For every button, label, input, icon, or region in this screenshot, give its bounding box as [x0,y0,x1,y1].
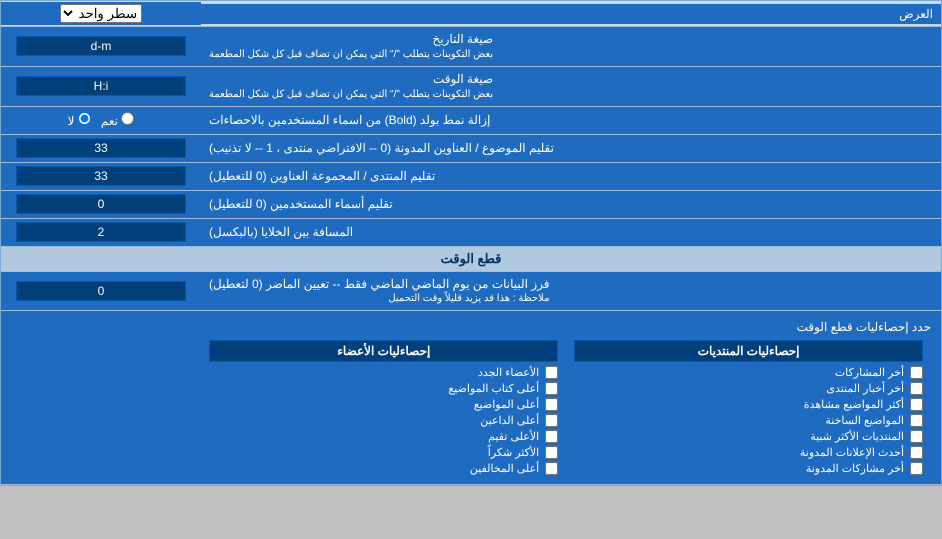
member-stat-label-3: أعلى المواضيع [474,398,540,411]
bold-remove-radio-area[interactable]: نعم لا [1,107,201,134]
list-item[interactable]: أعلى المخالفين [209,462,558,475]
cutoff-input[interactable] [16,281,185,301]
stat-checkbox-6[interactable] [910,446,923,459]
cell-spacing-input-area[interactable] [1,219,201,246]
stat-label-5: المنتديات الأكثر شبية [810,430,904,443]
list-item[interactable]: أكثر المواضيع مشاهدة [574,398,923,411]
forum-sort-label: تقليم المنتدى / المجموعة العناوين (0 للت… [201,163,941,190]
users-names-input[interactable] [16,194,185,214]
section-label: العرض [201,4,941,24]
forum-sort-input[interactable] [16,166,185,186]
stat-checkbox-3[interactable] [910,398,923,411]
member-stat-label-5: الأعلى تقيم [488,430,539,443]
list-item[interactable]: أعلى المواضيع [209,398,558,411]
member-stats-col: إحصاءليات الأعضاء الأعضاء الجدد أعلى كتا… [201,340,566,478]
member-stat-checkbox-3[interactable] [545,398,558,411]
cutoff-row: فرز البيانات من يوم الماضي الماضي فقط --… [1,272,941,312]
list-item[interactable]: الأعضاء الجدد [209,366,558,379]
stats-columns: إحصاءليات المنتديات أخر المشاركات أخر أخ… [11,340,931,478]
member-stat-checkbox-1[interactable] [545,366,558,379]
bold-remove-row: إزالة نمط بولد (Bold) من اسماء المستخدمي… [1,107,941,135]
member-stat-checkbox-2[interactable] [545,382,558,395]
time-format-label: صيغة الوقت بعض التكوينات يتطلب "/" التي … [201,67,941,106]
stats-title: حدد إحصاءليات قطع الوقت [11,317,931,340]
cutoff-input-area[interactable] [1,272,201,311]
member-stat-checkbox-4[interactable] [545,414,558,427]
list-item[interactable]: أعلى الداعين [209,414,558,427]
users-names-row: تقليم أسماء المستخدمين (0 للتعطيل) [1,191,941,219]
display-dropdown[interactable]: سطر واحد سطران ثلاثة أسطر [60,4,142,23]
topics-sort-label: تقليم الموضوع / العناوين المدونة (0 -- ا… [201,135,941,162]
forum-stats-col: إحصاءليات المنتديات أخر المشاركات أخر أخ… [566,340,931,478]
topics-sort-input[interactable] [16,138,185,158]
list-item[interactable]: الأعلى تقيم [209,430,558,443]
bold-no-label[interactable]: لا [68,112,91,128]
list-item[interactable]: أخر أخبار المنتدى [574,382,923,395]
stat-label-4: المواضيع الساخنة [825,414,904,427]
stat-label-1: أخر المشاركات [835,366,904,379]
cell-spacing-input[interactable] [16,222,185,242]
cell-spacing-label: المسافة بين الخلايا (بالبكسل) [201,219,941,246]
stat-label-2: أخر أخبار المنتدى [826,382,904,395]
forum-sort-input-area[interactable] [1,163,201,190]
list-item[interactable]: المنتديات الأكثر شبية [574,430,923,443]
topics-sort-input-area[interactable] [1,135,201,162]
list-item[interactable]: أحدث الإعلانات المدونة [574,446,923,459]
cell-spacing-row: المسافة بين الخلايا (بالبكسل) [1,219,941,247]
stat-checkbox-4[interactable] [910,414,923,427]
time-format-input[interactable] [16,76,185,96]
topics-sort-row: تقليم الموضوع / العناوين المدونة (0 -- ا… [1,135,941,163]
forum-stats-header: إحصاءليات المنتديات [574,340,923,362]
list-item[interactable]: أخر مشاركات المدونة [574,462,923,475]
stat-label-3: أكثر المواضيع مشاهدة [804,398,904,411]
display-select-area[interactable]: سطر واحد سطران ثلاثة أسطر [1,2,201,25]
bold-yes-label[interactable]: نعم [101,112,134,128]
list-item[interactable]: أعلى كتاب المواضيع [209,382,558,395]
list-item[interactable]: المواضيع الساخنة [574,414,923,427]
date-format-input-area[interactable] [1,27,201,66]
stat-checkbox-7[interactable] [910,462,923,475]
member-stat-label-7: أعلى المخالفين [470,462,539,475]
cutoff-label: فرز البيانات من يوم الماضي الماضي فقط --… [201,272,941,311]
member-stats-header: إحصاءليات الأعضاء [209,340,558,362]
stat-label-6: أحدث الإعلانات المدونة [800,446,904,459]
date-format-label: صيغة التاريخ بعض التكوينات يتطلب "/" الت… [201,27,941,66]
right-stats-col [11,340,201,478]
member-stat-checkbox-7[interactable] [545,462,558,475]
member-stat-label-1: الأعضاء الجدد [478,366,539,379]
bold-yes-radio[interactable] [121,112,134,125]
bold-remove-label: إزالة نمط بولد (Bold) من اسماء المستخدمي… [201,107,941,134]
member-stat-label-2: أعلى كتاب المواضيع [448,382,539,395]
users-names-input-area[interactable] [1,191,201,218]
date-format-row: صيغة التاريخ بعض التكوينات يتطلب "/" الت… [1,27,941,67]
stat-checkbox-1[interactable] [910,366,923,379]
member-stat-checkbox-5[interactable] [545,430,558,443]
bold-no-radio[interactable] [78,112,91,125]
list-item[interactable]: أخر المشاركات [574,366,923,379]
cutoff-section-header: قطع الوقت [1,247,941,272]
member-stat-label-4: أعلى الداعين [480,414,539,427]
forum-sort-row: تقليم المنتدى / المجموعة العناوين (0 للت… [1,163,941,191]
stat-checkbox-2[interactable] [910,382,923,395]
time-format-input-area[interactable] [1,67,201,106]
stat-label-7: أخر مشاركات المدونة [806,462,904,475]
member-stat-checkbox-6[interactable] [545,446,558,459]
stat-checkbox-5[interactable] [910,430,923,443]
time-format-row: صيغة الوقت بعض التكوينات يتطلب "/" التي … [1,67,941,107]
date-format-input[interactable] [16,36,185,56]
stats-section: حدد إحصاءليات قطع الوقت إحصاءليات المنتد… [1,311,941,485]
users-names-label: تقليم أسماء المستخدمين (0 للتعطيل) [201,191,941,218]
list-item[interactable]: الأكثر شكراً [209,446,558,459]
member-stat-label-6: الأكثر شكراً [488,446,539,459]
